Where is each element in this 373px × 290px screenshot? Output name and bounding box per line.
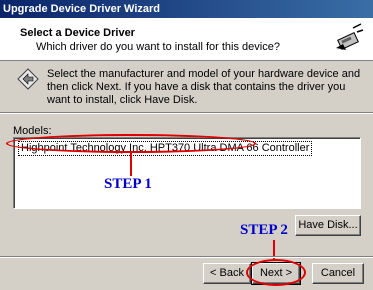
back-button[interactable]: < Back — [203, 263, 251, 284]
diamond-arrow-icon — [17, 68, 39, 90]
hardware-wizard-icon — [334, 23, 364, 53]
title-bar: Upgrade Device Driver Wizard — [0, 0, 373, 18]
models-label: Models: — [13, 125, 52, 137]
separator — [0, 112, 373, 114]
step1-pointer-line — [130, 153, 132, 176]
header-title: Select a Device Driver — [20, 27, 135, 39]
step1-highlight-oval — [6, 134, 256, 153]
separator — [0, 256, 373, 258]
step2-label: STEP 2 — [240, 222, 288, 238]
step2-highlight-oval — [246, 259, 306, 286]
window-title: Upgrade Device Driver Wizard — [3, 3, 161, 15]
header-subtitle: Which driver do you want to install for … — [36, 41, 280, 53]
have-disk-button[interactable]: Have Disk... — [295, 215, 361, 236]
instructions-text: Select the manufacturer and model of you… — [47, 68, 361, 106]
wizard-header: Select a Device Driver Which driver do y… — [0, 18, 373, 61]
cancel-button[interactable]: Cancel — [312, 263, 364, 284]
step1-label: STEP 1 — [104, 176, 152, 192]
